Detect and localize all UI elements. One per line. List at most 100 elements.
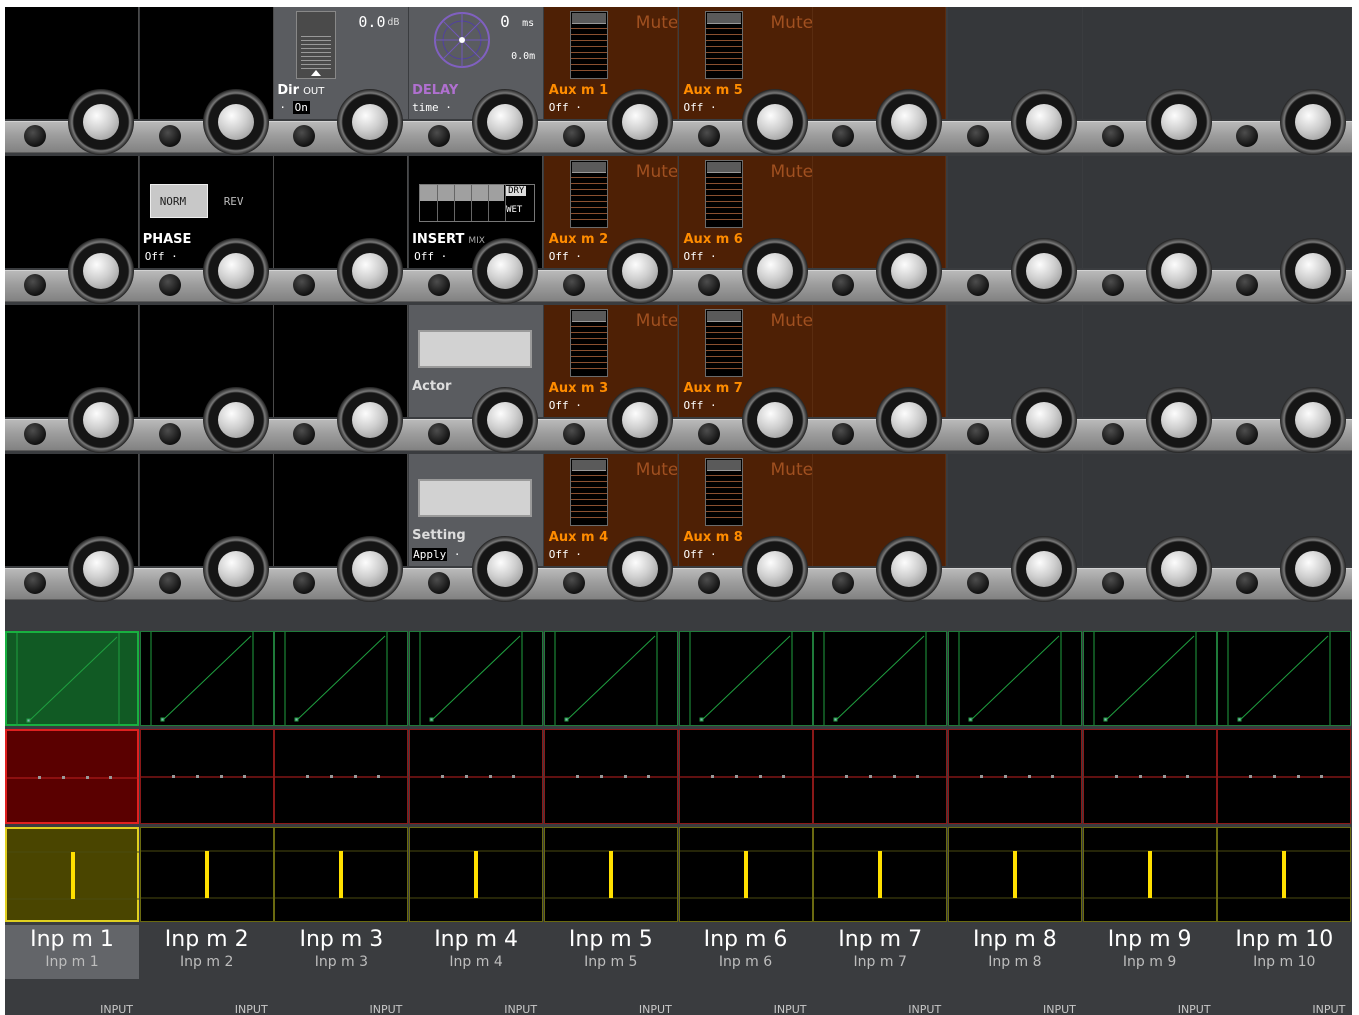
eq-graph[interactable]	[274, 729, 409, 824]
rotary-encoder-knob[interactable]	[876, 536, 943, 602]
rotary-encoder-knob[interactable]	[1145, 89, 1212, 155]
dynamics-graph[interactable]	[543, 631, 678, 726]
rotary-encoder-knob[interactable]	[202, 387, 269, 453]
eq-graph[interactable]	[947, 729, 1082, 824]
rotary-encoder-knob[interactable]	[202, 89, 269, 155]
pan-graph[interactable]	[813, 827, 948, 922]
channel-name-box[interactable]: Inp m 7 Inp m 7	[813, 925, 947, 979]
setting-value[interactable]: Apply ·	[412, 548, 460, 561]
rotary-encoder-knob[interactable]	[1010, 536, 1077, 602]
rotary-encoder-knob[interactable]	[202, 238, 269, 304]
rotary-encoder-knob[interactable]	[472, 89, 539, 155]
pan-graph[interactable]	[5, 827, 139, 922]
rotary-encoder-knob[interactable]	[1145, 536, 1212, 602]
rotary-encoder-knob[interactable]	[68, 387, 134, 453]
rotary-encoder-knob[interactable]	[1145, 238, 1212, 304]
eq-graph[interactable]	[543, 729, 678, 824]
mute-button[interactable]: Mute	[771, 311, 812, 331]
mute-button[interactable]: Mute	[771, 162, 812, 182]
mute-button[interactable]: Mute	[636, 311, 677, 331]
encoder-push-button[interactable]	[24, 125, 46, 147]
rotary-encoder-knob[interactable]	[1145, 387, 1212, 453]
apply-button[interactable]: Apply	[412, 548, 448, 561]
rotary-encoder-knob[interactable]	[741, 238, 808, 304]
rotary-encoder-knob[interactable]	[876, 89, 943, 155]
encoder-push-button[interactable]	[158, 423, 181, 445]
channel-name-box[interactable]: Inp m 8 Inp m 8	[948, 925, 1082, 979]
aux-send-state[interactable]: Off ·	[549, 250, 582, 263]
channel-name-box[interactable]: Inp m 5 Inp m 5	[544, 925, 678, 979]
dynamics-graph[interactable]	[274, 631, 409, 726]
channel-name-box[interactable]: Inp m 10 Inp m 10	[1217, 925, 1351, 979]
channel-name-area[interactable]: Inp m 4 Inp m 4 INPUT	[409, 925, 543, 1015]
channel-name-area[interactable]: Inp m 10 Inp m 10 INPUT	[1217, 925, 1351, 1015]
encoder-push-button[interactable]	[158, 572, 181, 594]
dynamics-graph[interactable]	[409, 631, 544, 726]
aux-send-state[interactable]: Off ·	[684, 101, 717, 114]
aux-send-state[interactable]: Off ·	[549, 101, 582, 114]
name-textbox[interactable]	[418, 330, 533, 368]
channel-name-box[interactable]: Inp m 6 Inp m 6	[679, 925, 813, 979]
pan-graph[interactable]	[1217, 827, 1352, 922]
rotary-encoder-knob[interactable]	[1280, 89, 1347, 155]
insert-value[interactable]: Off ·	[414, 250, 447, 263]
rotary-encoder-knob[interactable]	[606, 89, 673, 155]
rotary-encoder-knob[interactable]	[337, 238, 404, 304]
rotary-encoder-knob[interactable]	[68, 238, 134, 304]
dynamics-graph[interactable]	[1217, 631, 1352, 726]
encoder-push-button[interactable]	[428, 274, 451, 296]
eq-graph[interactable]	[1217, 729, 1352, 824]
mute-button[interactable]: Mute	[636, 460, 677, 480]
rotary-encoder-knob[interactable]	[472, 238, 539, 304]
encoder-push-button[interactable]	[24, 274, 46, 296]
pan-graph[interactable]	[139, 827, 274, 922]
dynamics-graph[interactable]	[947, 631, 1082, 726]
rotary-encoder-knob[interactable]	[337, 89, 404, 155]
rotary-encoder-knob[interactable]	[1010, 387, 1077, 453]
delay-value[interactable]: time ·	[412, 101, 452, 114]
rotary-encoder-knob[interactable]	[202, 536, 269, 602]
rotary-encoder-knob[interactable]	[1280, 238, 1347, 304]
rotary-encoder-knob[interactable]	[472, 387, 539, 453]
encoder-push-button[interactable]	[24, 423, 46, 445]
encoder-push-button[interactable]	[562, 125, 585, 147]
rotary-encoder-knob[interactable]	[68, 89, 134, 155]
pan-graph[interactable]	[947, 827, 1082, 922]
channel-name-area[interactable]: Inp m 2 Inp m 2 INPUT	[140, 925, 274, 1015]
dynamics-graph[interactable]	[813, 631, 948, 726]
phase-value[interactable]: Off ·	[145, 250, 178, 263]
encoder-push-button[interactable]	[1101, 274, 1124, 296]
eq-graph[interactable]	[139, 729, 274, 824]
mute-button[interactable]: Mute	[771, 13, 812, 33]
encoder-push-button[interactable]	[1101, 423, 1124, 445]
rotary-encoder-knob[interactable]	[1010, 238, 1077, 304]
mute-button[interactable]: Mute	[636, 162, 677, 182]
pan-graph[interactable]	[543, 827, 678, 922]
aux-send-state[interactable]: Off ·	[549, 548, 582, 561]
encoder-push-button[interactable]	[428, 125, 451, 147]
pan-graph[interactable]	[1082, 827, 1217, 922]
rotary-encoder-knob[interactable]	[606, 387, 673, 453]
eq-graph[interactable]	[5, 729, 139, 824]
encoder-push-button[interactable]	[966, 423, 989, 445]
channel-name-box[interactable]: Inp m 9 Inp m 9	[1083, 925, 1217, 979]
channel-name-box[interactable]: Inp m 4 Inp m 4	[409, 925, 543, 979]
dynamics-graph[interactable]	[139, 631, 274, 726]
encoder-push-button[interactable]	[1101, 572, 1124, 594]
encoder-push-button[interactable]	[966, 274, 989, 296]
encoder-push-button[interactable]	[428, 572, 451, 594]
phase-norm-button[interactable]: NORM	[149, 184, 208, 218]
aux-send-state[interactable]: Off ·	[684, 399, 717, 412]
dynamics-graph[interactable]	[678, 631, 813, 726]
eq-graph[interactable]	[678, 729, 813, 824]
aux-send-state[interactable]: Off ·	[684, 250, 717, 263]
channel-name-box[interactable]: Inp m 2 Inp m 2	[140, 925, 274, 979]
encoder-push-button[interactable]	[697, 125, 720, 147]
channel-name-area[interactable]: Inp m 9 Inp m 9 INPUT	[1083, 925, 1217, 1015]
rotary-encoder-knob[interactable]	[606, 238, 673, 304]
rotary-encoder-knob[interactable]	[876, 387, 943, 453]
eq-graph[interactable]	[409, 729, 544, 824]
rotary-encoder-knob[interactable]	[876, 238, 943, 304]
aux-send-state[interactable]: Off ·	[549, 399, 582, 412]
rotary-encoder-knob[interactable]	[741, 387, 808, 453]
